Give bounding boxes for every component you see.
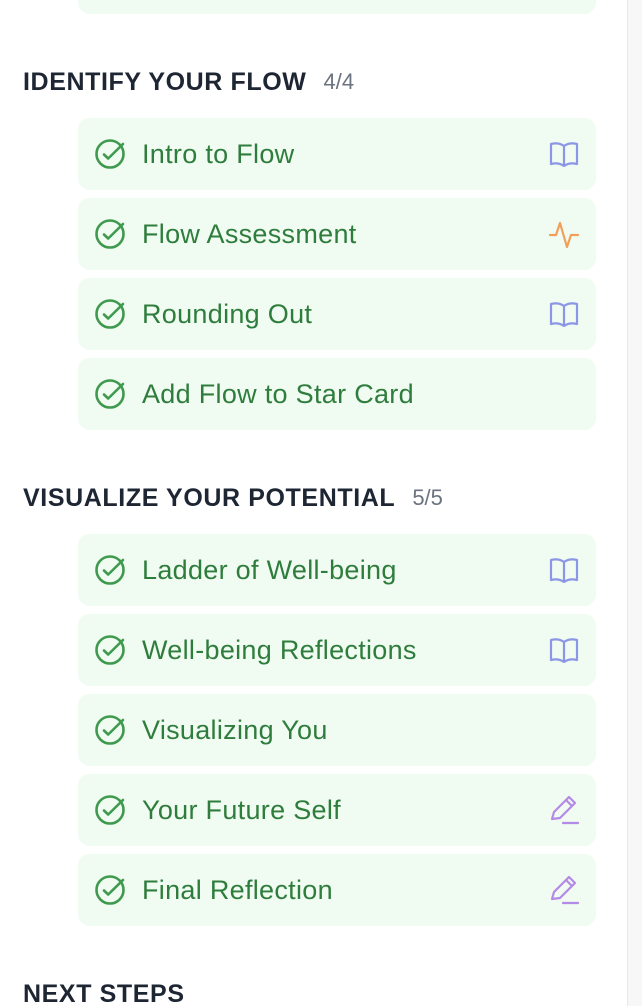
section-identify-your-flow: IDENTIFY YOUR FLOW 4/4 Intro to Flow Flo… bbox=[0, 62, 628, 438]
step-ladder-of-well-being[interactable]: Ladder of Well-being bbox=[78, 534, 596, 606]
pencil-icon bbox=[550, 795, 580, 825]
section-title: IDENTIFY YOUR FLOW bbox=[23, 67, 307, 96]
step-intro-to-flow[interactable]: Intro to Flow bbox=[78, 118, 596, 190]
step-your-future-self[interactable]: Your Future Self bbox=[78, 774, 596, 846]
navigation-page: IDENTIFY YOUR FLOW 4/4 Intro to Flow Flo… bbox=[0, 0, 642, 1006]
step-list: Intro to Flow Flow Assessment Rounding O… bbox=[0, 118, 628, 430]
step-add-flow-to-star-card[interactable]: Add Flow to Star Card bbox=[78, 358, 596, 430]
step-label: Rounding Out bbox=[142, 299, 313, 329]
step-rounding-out[interactable]: Rounding Out bbox=[78, 278, 596, 350]
section-header[interactable]: VISUALIZE YOUR POTENTIAL 5/5 bbox=[0, 478, 628, 518]
check-circle-icon bbox=[95, 715, 125, 745]
step-label: Add Flow to Star Card bbox=[142, 379, 414, 409]
section-next-steps: NEXT STEPS bbox=[0, 974, 628, 1006]
step-final-reflection[interactable]: Final Reflection bbox=[78, 854, 596, 926]
scrollbar-track[interactable] bbox=[627, 0, 642, 1006]
step-flow-assessment[interactable]: Flow Assessment bbox=[78, 198, 596, 270]
step-label: Flow Assessment bbox=[142, 219, 357, 249]
check-circle-icon bbox=[95, 555, 125, 585]
check-circle-icon bbox=[95, 139, 125, 169]
step-label: Ladder of Well-being bbox=[142, 555, 397, 585]
check-circle-icon bbox=[95, 795, 125, 825]
step-label: Your Future Self bbox=[142, 795, 341, 825]
step-label: Well-being Reflections bbox=[142, 635, 417, 665]
section-title: VISUALIZE YOUR POTENTIAL bbox=[23, 483, 396, 512]
book-icon bbox=[549, 558, 579, 584]
step-label: Intro to Flow bbox=[142, 139, 295, 169]
book-icon bbox=[549, 638, 579, 664]
section-header[interactable]: NEXT STEPS bbox=[0, 974, 628, 1006]
activity-pulse-icon bbox=[548, 221, 580, 249]
check-circle-icon bbox=[95, 299, 125, 329]
book-icon bbox=[549, 302, 579, 328]
step-label: Visualizing You bbox=[142, 715, 328, 745]
step-label: Final Reflection bbox=[142, 875, 333, 905]
section-visualize-your-potential: VISUALIZE YOUR POTENTIAL 5/5 Ladder of W… bbox=[0, 478, 628, 934]
check-circle-icon bbox=[95, 635, 125, 665]
section-progress-count: 4/4 bbox=[323, 69, 355, 94]
pencil-icon bbox=[550, 875, 580, 905]
check-circle-icon bbox=[95, 379, 125, 409]
step-well-being-reflections[interactable]: Well-being Reflections bbox=[78, 614, 596, 686]
check-circle-icon bbox=[95, 219, 125, 249]
previous-step-card[interactable] bbox=[78, 0, 596, 14]
step-list: Ladder of Well-being Well-being Reflecti… bbox=[0, 534, 628, 926]
section-header[interactable]: IDENTIFY YOUR FLOW 4/4 bbox=[0, 62, 628, 102]
check-circle-icon bbox=[95, 875, 125, 905]
section-title: NEXT STEPS bbox=[23, 979, 185, 1006]
section-progress-count: 5/5 bbox=[412, 485, 443, 510]
book-icon bbox=[549, 142, 579, 168]
step-visualizing-you[interactable]: Visualizing You bbox=[78, 694, 596, 766]
